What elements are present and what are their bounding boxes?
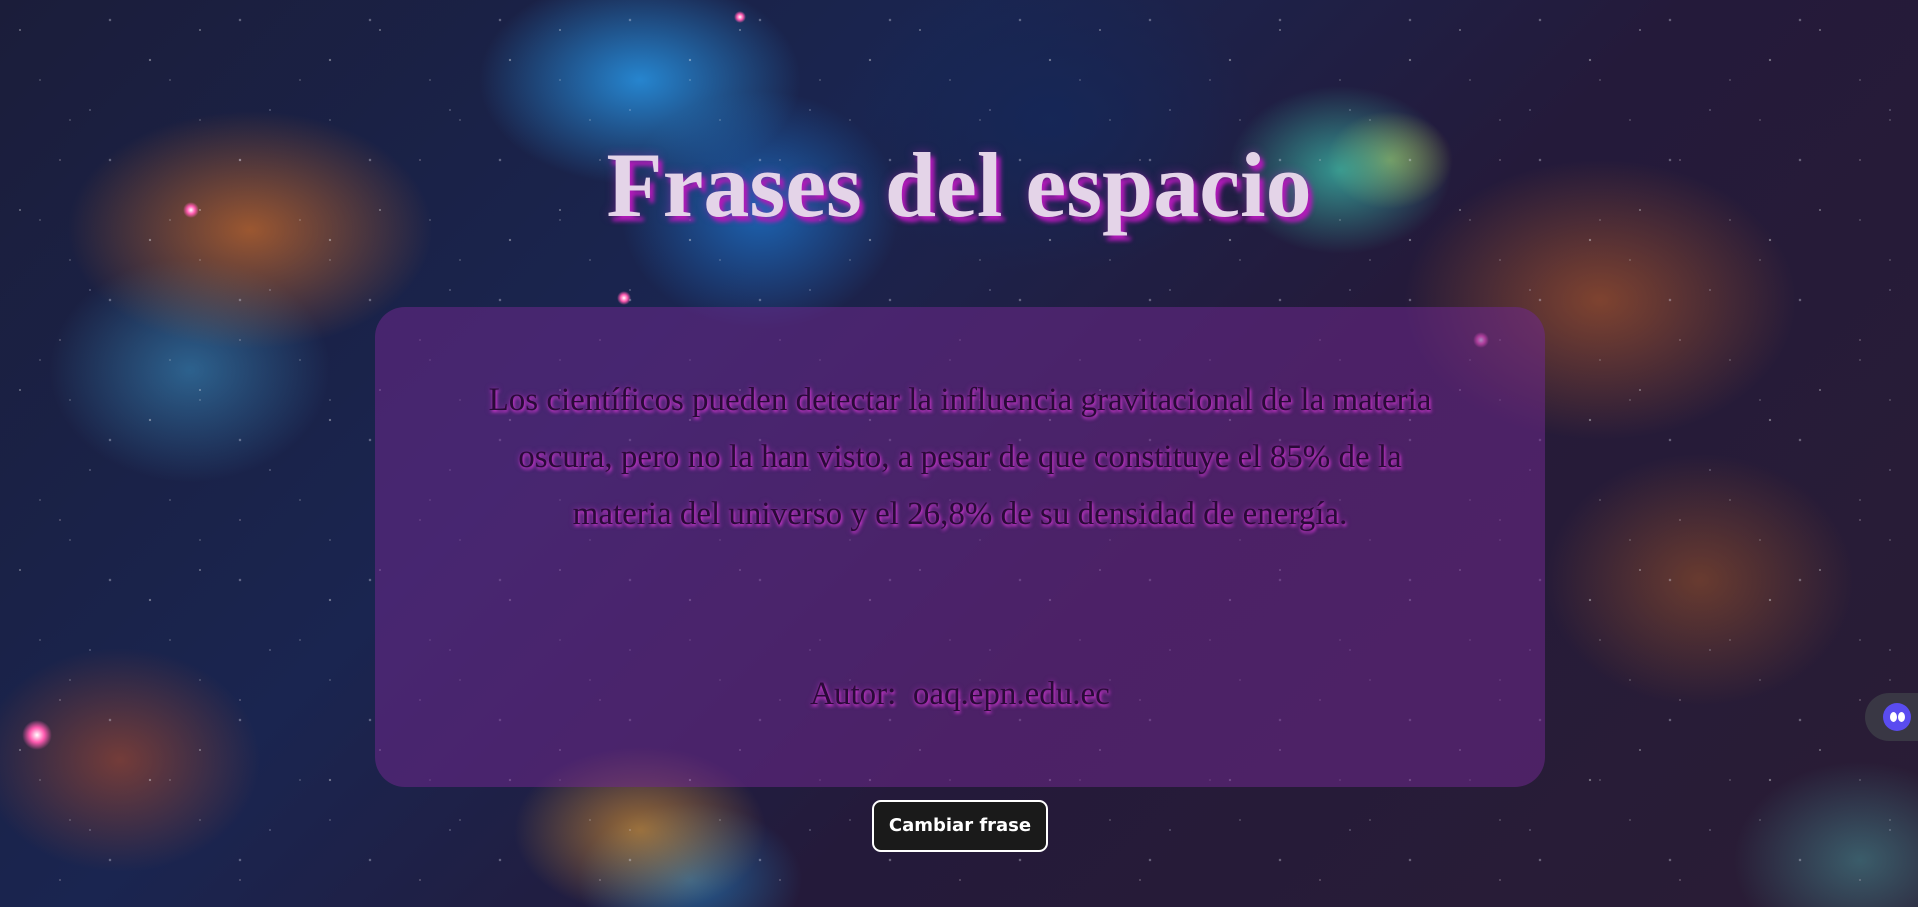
glowing-star [22, 720, 52, 750]
change-quote-button[interactable]: Cambiar frase [872, 800, 1048, 852]
glowing-star [617, 291, 631, 305]
assistant-widget-tab[interactable] [1865, 693, 1918, 741]
bot-eye-left [1890, 712, 1897, 722]
quote-card: Los científicos pueden detectar la influ… [375, 307, 1545, 787]
bot-icon [1883, 703, 1911, 731]
page-title: Frases del espacio [606, 134, 1312, 236]
glowing-star [734, 11, 746, 23]
bot-eye-right [1898, 712, 1905, 722]
quote-author: Autor: oaq.epn.edu.ec [810, 676, 1110, 712]
quote-text: Los científicos pueden detectar la influ… [488, 382, 1432, 532]
